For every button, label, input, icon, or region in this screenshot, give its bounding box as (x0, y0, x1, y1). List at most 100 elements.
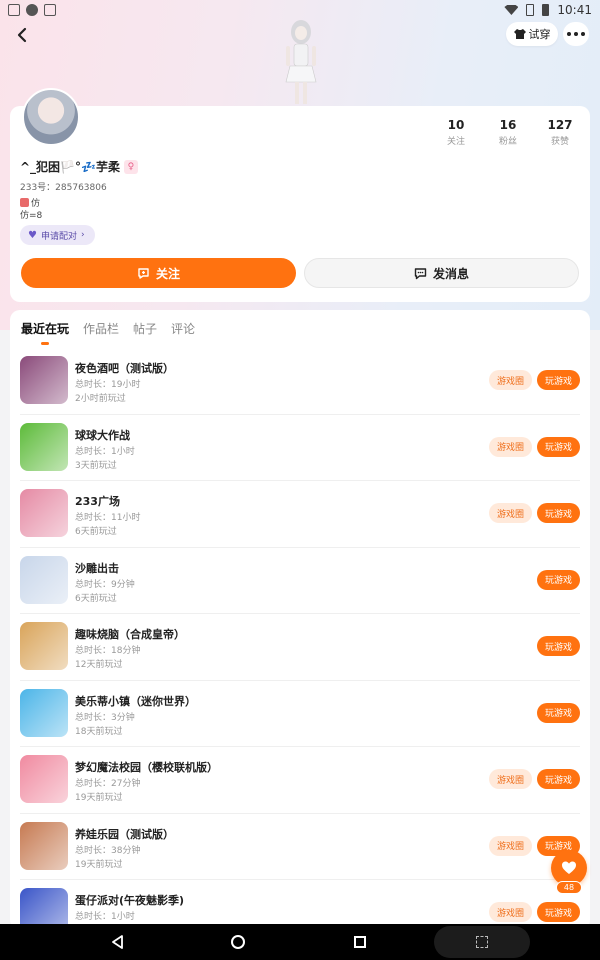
more-options-button[interactable] (563, 22, 589, 46)
game-name: 夜色酒吧（测试版） (75, 362, 174, 375)
character-figure[interactable] (272, 18, 330, 108)
game-name: 蛋仔派对(午夜魅影季) (75, 894, 185, 907)
dot-icon (581, 32, 585, 36)
game-duration: 总时长：9分钟 (75, 579, 135, 590)
female-icon: ♀ (123, 159, 138, 174)
shirt-icon (513, 29, 526, 39)
magic-school-game-icon[interactable] (20, 755, 68, 803)
user-id[interactable]: 233号：285763806 (20, 180, 107, 193)
game-last-played: 12天前玩过 (75, 660, 123, 670)
game-name: 球球大作战 (75, 428, 130, 442)
play-game-button[interactable]: 玩游戏 (537, 702, 580, 723)
tab-posts[interactable]: 帖子 (133, 320, 157, 337)
game-duration: 总时长：27分钟 (75, 779, 141, 789)
game-last-played: 18天前玩过 (75, 726, 123, 737)
game-row[interactable]: 沙雕出击总时长：9分钟 6天前玩过 玩游戏 (20, 548, 580, 614)
ball-game-icon[interactable] (20, 422, 68, 471)
dot-icon (574, 32, 578, 36)
play-game-button[interactable]: 玩游戏 (537, 569, 580, 590)
nav-home-icon[interactable] (231, 935, 245, 949)
bar-game-icon[interactable] (20, 356, 68, 404)
play-game-button[interactable]: 玩游戏 (537, 503, 580, 523)
image-notification-icon (44, 4, 56, 16)
plaza-game-icon[interactable] (20, 489, 68, 537)
shadiao-game-icon[interactable] (20, 555, 68, 604)
game-duration: 总时长：1小时 (75, 912, 135, 922)
game-row[interactable]: 蛋仔派对(午夜魅影季) 总时长：1小时 游戏圈 玩游戏 (20, 880, 580, 930)
play-game-button[interactable]: 玩游戏 (537, 636, 580, 656)
game-circle-button[interactable]: 游戏圈 (489, 835, 532, 856)
battery-icon (542, 4, 550, 16)
tab-works[interactable]: 作品栏 (83, 320, 119, 337)
game-name: 沙雕出击 (75, 561, 119, 575)
notification-icon (8, 4, 20, 16)
game-last-played: 19天前玩过 (75, 793, 123, 803)
emoji-icon (20, 198, 29, 207)
game-last-played: 6天前玩过 (75, 593, 117, 604)
screenshot-icon[interactable] (476, 936, 488, 948)
recent-games-list: 夜色酒吧（测试版） 总时长：19小时 2小时前玩过 游戏圈 玩游戏 球球大作战 总时长：1小… (10, 348, 590, 930)
game-name: 养娃乐园（测试版） (75, 827, 174, 841)
game-row[interactable]: 233广场总时长：11小时 6天前玩过 游戏圈 玩游戏 (20, 481, 580, 548)
nav-recents-icon[interactable] (354, 936, 366, 948)
profile-tabs: 最近在玩 作品栏 帖子 评论 (21, 320, 195, 345)
content-card: 最近在玩 作品栏 帖子 评论 夜色酒吧（测试版） 总时长：19小时 2小时前玩过 游戏… (10, 310, 590, 930)
stat-label: 粉丝 (498, 137, 517, 147)
mini-world-game-icon[interactable] (20, 688, 68, 737)
game-name: 美乐蒂小镇（迷你世界） (75, 694, 196, 708)
tab-comments[interactable]: 评论 (171, 320, 195, 337)
game-last-played: 19天前玩过 (75, 859, 123, 870)
send-message-button[interactable]: 发消息 (304, 258, 579, 288)
system-nav-bar (0, 924, 600, 960)
stat-label: 关注 (446, 137, 465, 147)
dot-icon (567, 32, 571, 36)
game-row[interactable]: 趣味烧脑（合成皇帝） 总时长：18分钟 12天前玩过 玩游戏 (20, 614, 580, 681)
stat-label: 获赞 (550, 137, 569, 147)
game-row[interactable]: 养娃乐园（测试版） 总时长：38分钟 19天前玩过 游戏圈 玩游戏 (20, 814, 580, 880)
nav-back-icon[interactable] (111, 935, 125, 949)
baby-park-game-icon[interactable] (20, 821, 68, 870)
like-count: 48 (556, 881, 582, 894)
apply-pairing-button[interactable]: ♥ 申请配对 › (20, 225, 95, 245)
sim-icon (526, 4, 535, 16)
status-time: 10:41 (557, 3, 592, 17)
stat-value: 127 (547, 118, 573, 132)
game-row[interactable]: 美乐蒂小镇（迷你世界） 总时长：3分钟 18天前玩过 玩游戏 (20, 681, 580, 747)
try-on-label: 试穿 (528, 28, 551, 41)
chat-bubble-icon (414, 267, 427, 279)
play-game-button[interactable]: 玩游戏 (537, 370, 580, 390)
avatar[interactable] (22, 88, 80, 146)
tab-recently-played[interactable]: 最近在玩 (21, 320, 69, 345)
game-row[interactable]: 球球大作战总时长：1小时 3天前玩过 游戏圈 玩游戏 (20, 415, 580, 481)
profile-stats: 10 关注 16 粉丝 127 获赞 (430, 118, 586, 147)
chevron-left-icon (17, 27, 27, 43)
stat-followers[interactable]: 16 粉丝 (482, 118, 534, 147)
game-circle-button[interactable]: 游戏圈 (489, 370, 532, 390)
heart-icon (562, 861, 576, 874)
game-circle-button[interactable]: 游戏圈 (489, 436, 532, 457)
game-last-played: 3天前玩过 (75, 460, 117, 471)
game-name: 趣味烧脑（合成皇帝） (75, 628, 185, 641)
game-last-played: 2小时前玩过 (75, 394, 126, 404)
play-game-button[interactable]: 玩游戏 (537, 902, 580, 922)
heart-icon: ♥ (28, 229, 37, 241)
game-last-played: 6天前玩过 (75, 527, 117, 537)
stat-likes[interactable]: 127 获赞 (534, 118, 586, 147)
try-on-button[interactable]: 试穿 (506, 22, 558, 46)
game-duration: 总时长：11小时 (75, 513, 141, 523)
message-label: 发消息 (432, 266, 469, 281)
puzzle-game-icon[interactable] (20, 622, 68, 670)
game-name: 233广场 (75, 495, 120, 508)
game-duration: 总时长：3分钟 (75, 712, 135, 723)
game-row[interactable]: 梦幻魔法校园（樱校联机版） 总时长：27分钟 19天前玩过 游戏圈 玩游戏 (20, 747, 580, 814)
back-button[interactable] (10, 22, 36, 48)
play-game-button[interactable]: 玩游戏 (537, 436, 580, 457)
play-game-button[interactable]: 玩游戏 (537, 769, 580, 789)
stat-following[interactable]: 10 关注 (430, 118, 482, 147)
game-circle-button[interactable]: 游戏圈 (489, 769, 532, 789)
game-row[interactable]: 夜色酒吧（测试版） 总时长：19小时 2小时前玩过 游戏圈 玩游戏 (20, 348, 580, 415)
game-duration: 总时长：1小时 (75, 446, 135, 457)
game-circle-button[interactable]: 游戏圈 (489, 503, 532, 523)
game-circle-button[interactable]: 游戏圈 (489, 902, 532, 922)
follow-button[interactable]: 关注 (21, 258, 296, 288)
